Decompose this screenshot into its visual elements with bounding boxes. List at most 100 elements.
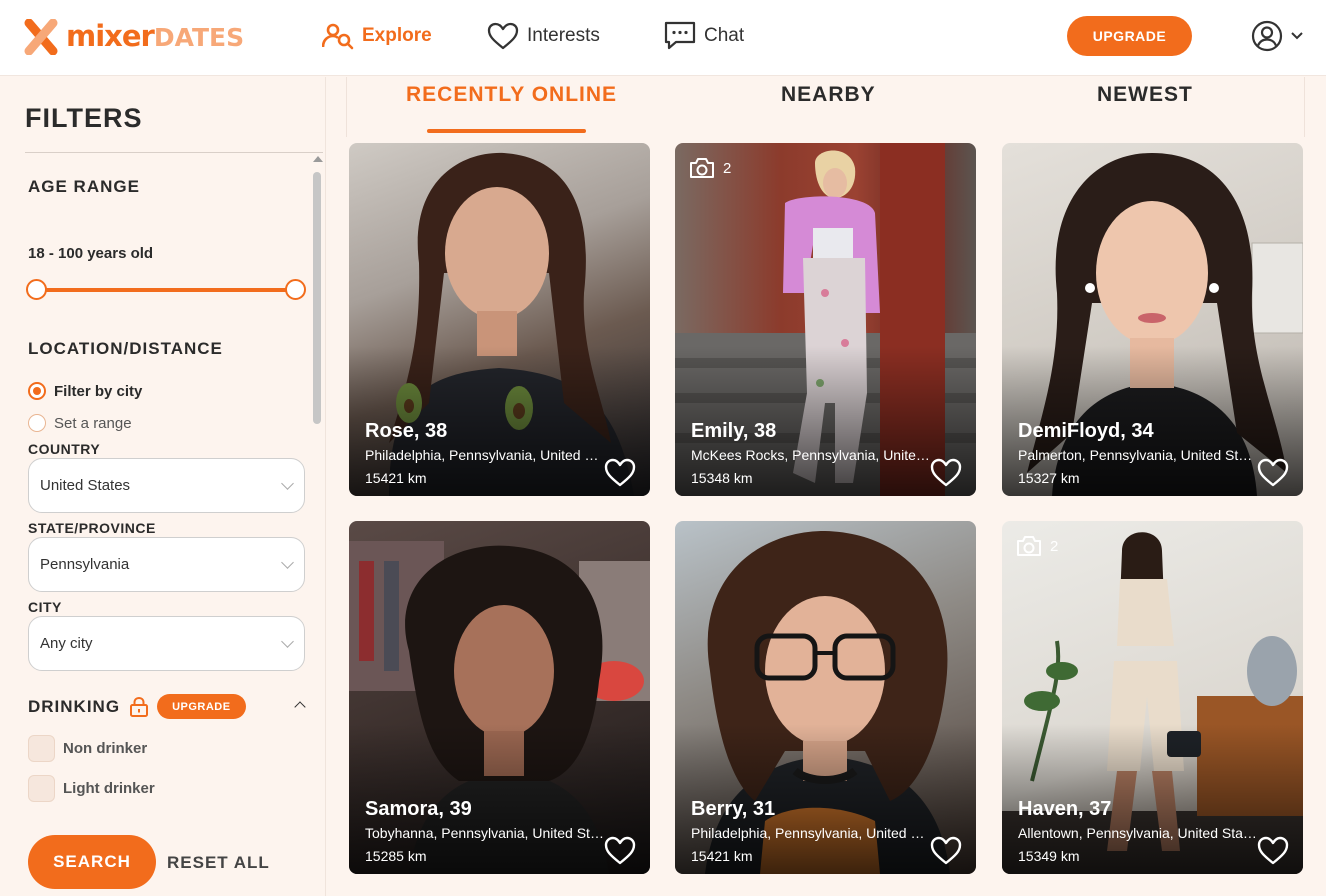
profile-name: DemiFloyd, 34 <box>1018 420 1154 442</box>
profile-distance: 15327 km <box>1018 470 1080 486</box>
chevron-down-icon <box>281 477 294 490</box>
profile-distance: 15421 km <box>365 470 427 486</box>
state-value: Pennsylvania <box>40 556 130 573</box>
nav-interests[interactable]: Interests <box>487 18 600 54</box>
drinking-header: DRINKING UPGRADE <box>28 694 246 719</box>
profile-card[interactable]: Berry, 31 Philadelphia, Pennsylvania, Un… <box>675 521 976 874</box>
profile-name: Haven, 37 <box>1018 798 1112 820</box>
logo-x-icon <box>24 19 58 55</box>
profile-location: Palmerton, Pennsylvania, United States <box>1018 447 1258 463</box>
age-range-label: AGE RANGE <box>28 177 140 196</box>
chevron-down-icon <box>1291 32 1303 40</box>
photo-count: 2 <box>689 157 731 179</box>
photo-count-value: 2 <box>1050 537 1059 555</box>
logo-word-dates: DATES <box>153 23 245 52</box>
scroll-thumb[interactable] <box>313 172 321 424</box>
checkbox-box <box>28 775 55 802</box>
chevron-down-icon <box>281 556 294 569</box>
like-heart-icon[interactable] <box>1257 458 1289 488</box>
like-heart-icon[interactable] <box>930 458 962 488</box>
mixerdates-logo[interactable]: mixerDATES <box>24 18 244 56</box>
state-label: STATE/PROVINCE <box>28 520 156 536</box>
nav-explore-label: Explore <box>362 25 432 46</box>
nav-explore[interactable]: Explore <box>322 18 432 54</box>
country-select[interactable]: United States <box>28 458 305 513</box>
profile-card[interactable]: 2 Haven, 37 Allentown, Pennsylvania, Uni… <box>1002 521 1303 874</box>
light-drinker-checkbox[interactable]: Light drinker <box>28 775 155 802</box>
like-heart-icon[interactable] <box>604 836 636 866</box>
filters-sidebar: FILTERS AGE RANGE 18 - 100 years old LOC… <box>0 77 326 896</box>
age-min-handle[interactable] <box>26 279 47 300</box>
tab-newest[interactable]: NEWEST <box>1097 83 1193 107</box>
profile-location: Philadelphia, Pennsylvania, United State… <box>365 447 605 463</box>
tab-nearby[interactable]: NEARBY <box>781 83 876 107</box>
photo-count-value: 2 <box>723 159 732 177</box>
radio-checked-icon <box>28 382 46 400</box>
profile-location: Tobyhanna, Pennsylvania, United States <box>365 825 605 841</box>
profile-name: Rose, 38 <box>365 420 448 442</box>
profile-location: McKees Rocks, Pennsylvania, United State… <box>691 447 931 463</box>
profile-card[interactable]: 2 Emily, 38 McKees Rocks, Pennsylvania, … <box>675 143 976 496</box>
explore-icon <box>322 23 354 50</box>
country-label: COUNTRY <box>28 441 101 457</box>
profile-location: Philadelphia, Pennsylvania, United State… <box>691 825 931 841</box>
like-heart-icon[interactable] <box>1257 836 1289 866</box>
profile-card[interactable]: Samora, 39 Tobyhanna, Pennsylvania, Unit… <box>349 521 650 874</box>
profile-name: Samora, 39 <box>365 798 472 820</box>
user-avatar-icon <box>1251 20 1283 52</box>
like-heart-icon[interactable] <box>930 836 962 866</box>
account-menu[interactable] <box>1251 20 1305 52</box>
city-value: Any city <box>40 635 93 652</box>
country-value: United States <box>40 477 131 494</box>
nav-chat-label: Chat <box>704 25 745 46</box>
filters-title: FILTERS <box>25 103 143 133</box>
state-select[interactable]: Pennsylvania <box>28 537 305 592</box>
profile-location: Allentown, Pennsylvania, United States <box>1018 825 1258 841</box>
profile-distance: 15421 km <box>691 848 753 864</box>
camera-icon <box>690 158 714 178</box>
age-range-value: 18 - 100 years old <box>28 245 154 262</box>
nav-interests-label: Interests <box>527 25 600 46</box>
filter-by-city-label: Filter by city <box>54 382 143 400</box>
filters-divider <box>25 152 323 153</box>
profile-card[interactable]: DemiFloyd, 34 Palmerton, Pennsylvania, U… <box>1002 143 1303 496</box>
radio-unchecked-icon <box>28 414 46 432</box>
non-drinker-checkbox[interactable]: Non drinker <box>28 735 147 762</box>
age-max-handle[interactable] <box>285 279 306 300</box>
drinking-label: DRINKING <box>28 696 121 716</box>
camera-icon <box>1017 536 1041 556</box>
set-a-range-radio[interactable]: Set a range <box>28 414 132 432</box>
tab-recently-online[interactable]: RECENTLY ONLINE <box>406 83 617 107</box>
sidebar-scrollbar[interactable] <box>311 156 323 896</box>
nav-chat[interactable]: Chat <box>664 18 744 54</box>
logo-word-mixer: mixer <box>66 19 155 53</box>
location-distance-label: LOCATION/DISTANCE <box>28 339 223 358</box>
chevron-down-icon <box>281 635 294 648</box>
city-select[interactable]: Any city <box>28 616 305 671</box>
chevron-up-icon[interactable] <box>294 701 306 713</box>
profile-distance: 15349 km <box>1018 848 1080 864</box>
light-drinker-label: Light drinker <box>63 780 155 797</box>
top-bar: mixerDATES Explore Interests Chat UPGRAD… <box>0 0 1326 76</box>
drinking-upgrade-button[interactable]: UPGRADE <box>157 694 246 719</box>
checkbox-box <box>28 735 55 762</box>
scroll-up-arrow-icon[interactable] <box>313 156 323 162</box>
reset-all-button[interactable]: RESET ALL <box>167 853 270 873</box>
logo-wordmark: mixerDATES <box>66 18 244 56</box>
chat-icon <box>664 21 696 50</box>
profile-card[interactable]: Rose, 38 Philadelphia, Pennsylvania, Uni… <box>349 143 650 496</box>
upgrade-button[interactable]: UPGRADE <box>1067 16 1192 56</box>
lock-icon <box>130 696 149 717</box>
city-label: CITY <box>28 599 62 615</box>
profile-name: Emily, 38 <box>691 420 777 442</box>
results-tabs: RECENTLY ONLINE NEARBY NEWEST <box>346 77 1305 137</box>
search-button[interactable]: SEARCH <box>28 835 156 889</box>
active-tab-indicator <box>427 129 586 133</box>
like-heart-icon[interactable] <box>604 458 636 488</box>
heart-icon <box>487 22 519 50</box>
filter-by-city-radio[interactable]: Filter by city <box>28 382 142 400</box>
set-a-range-label: Set a range <box>54 414 132 432</box>
non-drinker-label: Non drinker <box>63 740 148 757</box>
profile-name: Berry, 31 <box>691 798 776 820</box>
age-range-slider-track[interactable] <box>36 288 295 292</box>
